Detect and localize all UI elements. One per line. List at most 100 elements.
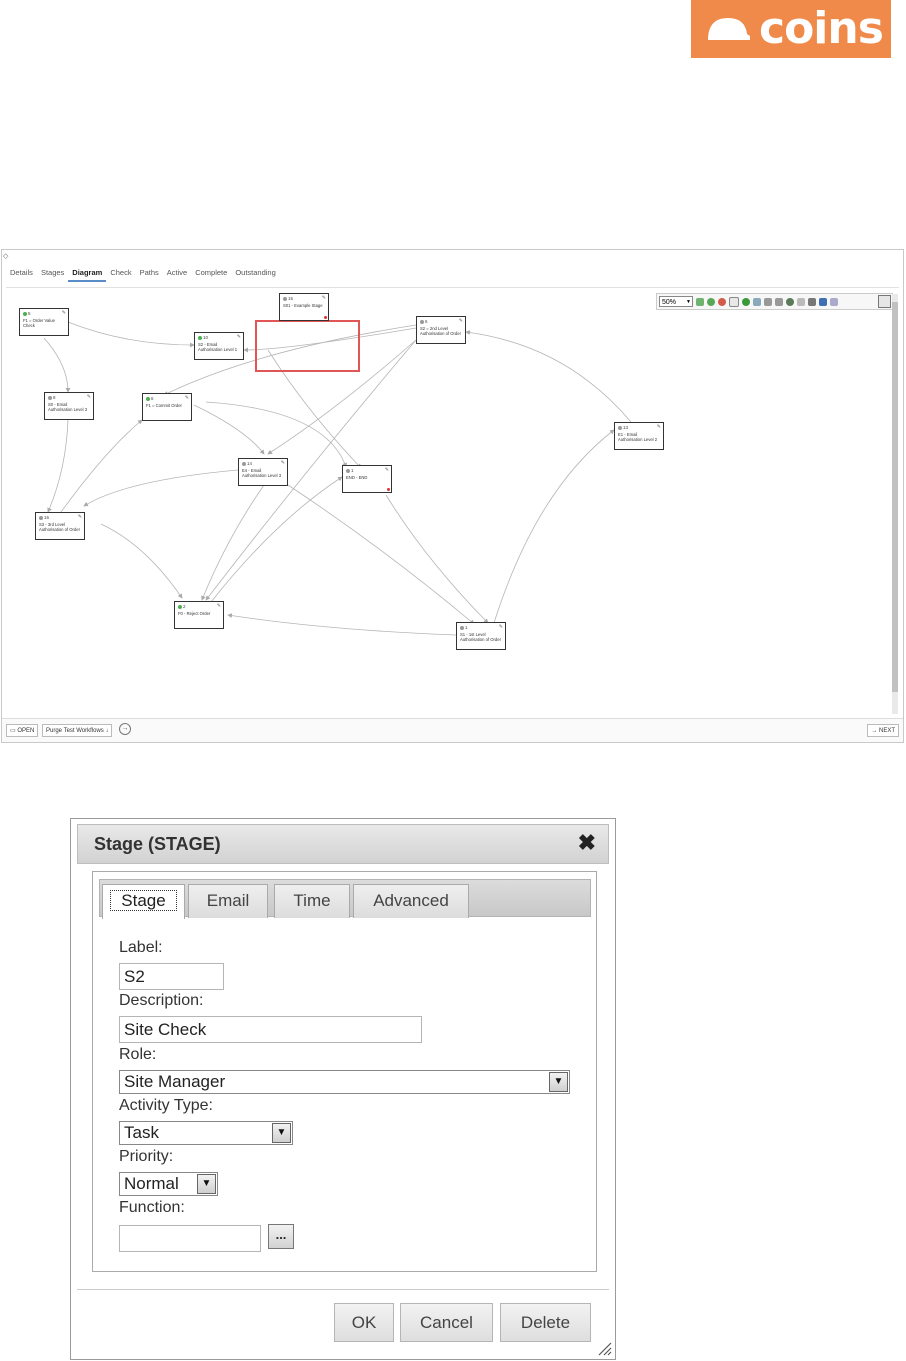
- undo-icon[interactable]: [696, 297, 704, 306]
- edit-pencil-icon[interactable]: ✎: [62, 310, 66, 316]
- role-select[interactable]: Site Manager ▼: [119, 1070, 570, 1094]
- pin-icon[interactable]: ◇: [3, 253, 8, 260]
- open-button[interactable]: ▭ OPEN: [6, 724, 39, 737]
- tab-divider: [6, 287, 899, 288]
- label-caption: Label:: [119, 939, 163, 956]
- tab-stage[interactable]: Stage: [102, 884, 185, 919]
- tab-stages[interactable]: Stages: [37, 264, 68, 282]
- error-dot-icon: [387, 488, 390, 491]
- stage-status-icon: [283, 296, 287, 301]
- diagram-node[interactable]: 10 ✎ S2 - Email Authorisation Level 1: [194, 332, 244, 360]
- settings-icon[interactable]: [878, 295, 891, 308]
- activity-type-caption: Activity Type:: [119, 1097, 213, 1114]
- hardhat-icon: [708, 18, 750, 40]
- stage-status-icon: [420, 319, 424, 324]
- edit-pencil-icon[interactable]: ✎: [322, 295, 326, 301]
- tab-time[interactable]: Time: [274, 884, 350, 918]
- tab-diagram[interactable]: Diagram: [68, 264, 107, 282]
- cancel-button[interactable]: Cancel: [400, 1303, 493, 1342]
- table-icon[interactable]: [729, 296, 739, 307]
- link-out-icon[interactable]: [775, 297, 783, 306]
- tab-outstanding[interactable]: Outstanding: [231, 264, 279, 282]
- edit-pencil-icon[interactable]: ✎: [281, 460, 285, 466]
- diagram-canvas[interactable]: 5 ✎ F1 = Order Value Check 10 ✎ S2 - Email A…: [6, 290, 897, 718]
- stage-status-icon: [460, 625, 464, 630]
- diagram-node[interactable]: 6 ✎ S2 = 2nd Level Authorisation of Order: [416, 316, 466, 344]
- link-in-icon[interactable]: [764, 297, 772, 306]
- tab-paths[interactable]: Paths: [136, 264, 163, 282]
- edit-pencil-icon[interactable]: ✎: [217, 603, 221, 609]
- dialog-separator: [77, 1289, 609, 1290]
- delete-button[interactable]: Delete: [500, 1303, 591, 1342]
- stop-icon[interactable]: [718, 297, 726, 306]
- refresh-icon[interactable]: [707, 297, 715, 306]
- save-icon[interactable]: [797, 297, 805, 306]
- edit-pencil-icon[interactable]: ✎: [185, 395, 189, 401]
- stage-status-icon: [39, 515, 43, 520]
- connector-lines: [43, 321, 632, 636]
- close-icon[interactable]: ✖: [578, 832, 596, 854]
- tab-check[interactable]: Check: [106, 264, 135, 282]
- diagram-node[interactable]: 13 ✎ E1 - Email Authorisation Level 2: [614, 422, 664, 450]
- check-icon[interactable]: [830, 297, 838, 306]
- diagram-toolbar: 50%: [656, 293, 893, 310]
- dialog-title-bar[interactable]: Stage (STAGE) ✖: [77, 824, 609, 864]
- scrollbar-thumb[interactable]: [892, 302, 898, 692]
- clipboard-icon[interactable]: [808, 297, 816, 306]
- diagram-node[interactable]: 8 ✎ S0 - Email Authorisation Level 3: [44, 392, 94, 420]
- diagram-node[interactable]: 2 ✎ F0 - Reject Order: [174, 601, 224, 629]
- tab-active[interactable]: Active: [163, 264, 191, 282]
- workflow-bottom-bar: ▭ OPEN Purge Test Workflows ↓ → → NEXT: [2, 718, 903, 742]
- edit-pencil-icon[interactable]: ✎: [87, 394, 91, 400]
- diagram-node[interactable]: 5 ✎ F1 = Order Value Check: [19, 308, 69, 336]
- vertical-scrollbar[interactable]: [892, 294, 898, 714]
- stage-status-icon: [48, 395, 52, 400]
- diagram-node[interactable]: 16 ✎ S3 - 3rd Level Authorisation of Order: [35, 512, 85, 540]
- diagram-node[interactable]: 6 ✎ F1 = Commit Order: [142, 393, 192, 421]
- diagram-node[interactable]: 15 ✎ S01 - Example Stage: [279, 293, 329, 321]
- edit-pencil-icon[interactable]: ✎: [657, 424, 661, 430]
- tab-details[interactable]: Details: [6, 264, 37, 282]
- description-caption: Description:: [119, 992, 204, 1009]
- ok-button[interactable]: OK: [334, 1303, 394, 1342]
- chevron-down-icon[interactable]: ▼: [272, 1123, 291, 1143]
- activity-type-select[interactable]: Task ▼: [119, 1121, 293, 1145]
- stage-status-icon: [242, 461, 246, 466]
- edit-pencil-icon[interactable]: ✎: [78, 514, 82, 520]
- edit-pencil-icon[interactable]: ✎: [459, 318, 463, 324]
- print-icon[interactable]: [786, 297, 794, 306]
- diagram-node[interactable]: 14 ✎ E4 - Email Authorisation Level 3: [238, 458, 288, 486]
- document-icon[interactable]: [753, 297, 761, 306]
- selected-stage-highlight: [255, 320, 360, 372]
- label-input[interactable]: S2: [119, 963, 224, 990]
- stage-status-icon: [618, 425, 622, 430]
- stage-status-icon: [23, 311, 27, 316]
- resize-grip-icon[interactable]: [596, 1340, 612, 1356]
- play-icon[interactable]: [742, 297, 750, 306]
- logo-text: coins: [759, 3, 884, 54]
- workflow-tabs: Details Stages Diagram Check Paths Activ…: [6, 264, 280, 286]
- edit-pencil-icon[interactable]: ✎: [237, 334, 241, 340]
- role-caption: Role:: [119, 1046, 157, 1063]
- go-arrow-icon[interactable]: →: [119, 723, 131, 735]
- coins-logo: coins: [691, 0, 891, 58]
- function-caption: Function:: [119, 1199, 185, 1216]
- priority-select[interactable]: Normal ▼: [119, 1172, 218, 1196]
- zoom-select[interactable]: 50%: [659, 296, 693, 308]
- function-lookup-button[interactable]: ...: [268, 1224, 294, 1249]
- function-input[interactable]: [119, 1225, 261, 1252]
- tab-email[interactable]: Email: [188, 884, 268, 918]
- tab-advanced[interactable]: Advanced: [353, 884, 469, 918]
- purge-workflows-button[interactable]: Purge Test Workflows ↓: [42, 724, 113, 737]
- edit-pencil-icon[interactable]: ✎: [385, 467, 389, 473]
- next-button[interactable]: → NEXT: [867, 724, 899, 737]
- description-input[interactable]: Site Check: [119, 1016, 422, 1043]
- diagram-node[interactable]: 1 ✎ END - END: [342, 465, 392, 493]
- edit-pencil-icon[interactable]: ✎: [499, 624, 503, 630]
- dialog-title: Stage (STAGE): [94, 834, 221, 854]
- chevron-down-icon[interactable]: ▼: [197, 1174, 216, 1194]
- tab-complete[interactable]: Complete: [191, 264, 231, 282]
- chevron-down-icon[interactable]: ▼: [549, 1072, 568, 1092]
- tree-icon[interactable]: [819, 297, 827, 306]
- diagram-node[interactable]: 1 ✎ S1 - 1st Level Authorisation of Order: [456, 622, 506, 650]
